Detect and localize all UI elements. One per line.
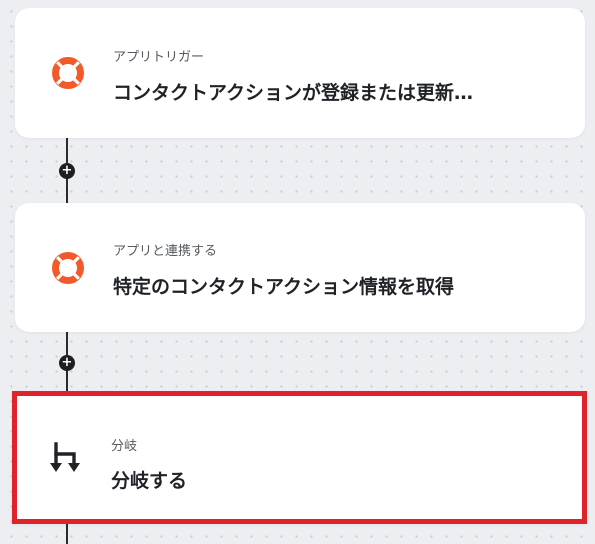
step-title: コンタクトアクションが登録または更新… <box>113 82 474 104</box>
step-title: 特定のコンタクトアクション情報を取得 <box>113 276 455 298</box>
flow-connector-line <box>66 522 68 544</box>
lifebuoy-icon <box>52 251 84 284</box>
step-title: 分岐する <box>111 470 188 492</box>
add-step-button[interactable]: + <box>59 163 75 179</box>
flow-step-card-app-action[interactable]: アプリと連携する 特定のコンタクトアクション情報を取得 <box>15 203 585 332</box>
step-type-label: 分岐 <box>111 439 138 454</box>
step-type-label: アプリトリガー <box>113 50 205 65</box>
flow-step-card-app-trigger[interactable]: アプリトリガー コンタクトアクションが登録または更新… <box>15 8 585 138</box>
lifebuoy-icon <box>52 57 84 89</box>
add-step-button[interactable]: + <box>59 355 75 371</box>
flow-step-card-branch[interactable]: 分岐 分岐する <box>12 391 587 524</box>
step-type-label: アプリと連携する <box>113 244 218 259</box>
branch-icon <box>50 441 80 472</box>
